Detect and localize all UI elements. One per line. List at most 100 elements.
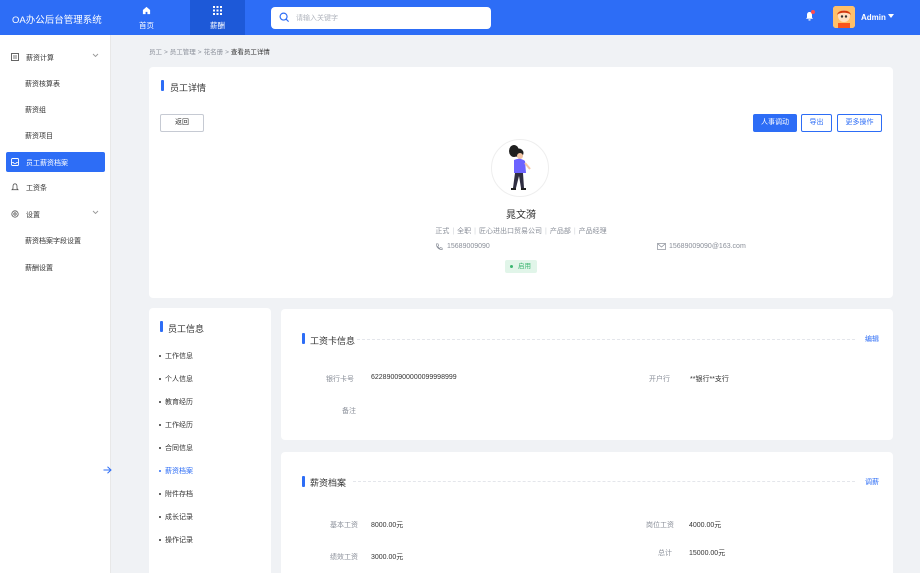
sidebar-item-payslip[interactable]: 工资条 bbox=[6, 177, 105, 197]
sidebar-item-label: 工资条 bbox=[26, 185, 47, 192]
export-button[interactable]: 导出 bbox=[801, 114, 832, 132]
sidebar-item-salary-items[interactable]: 薪资项目 bbox=[6, 125, 105, 145]
info-nav-item-salary-file[interactable]: 薪资档案 bbox=[159, 466, 193, 476]
grid-icon bbox=[190, 6, 245, 15]
salary-card-info: 工资卡信息 编辑 银行卡号 6228900900000099998999 开户行… bbox=[281, 309, 893, 440]
info-nav-item-personal[interactable]: 个人信息 bbox=[159, 374, 193, 384]
status-text: 启用 bbox=[518, 263, 531, 270]
total-salary-value: 15000.00元 bbox=[689, 550, 726, 557]
employee-email: 15689009090@163.com bbox=[669, 243, 746, 250]
info-nav-item-experience[interactable]: 工作经历 bbox=[159, 420, 193, 430]
mail-icon bbox=[657, 243, 666, 252]
breadcrumb-current: 查看员工详情 bbox=[230, 49, 270, 56]
employee-detail-card: 员工详情 返回 人事调动 导出 更多操作 晁文漪 正式 | 全职 | 匠心进出口贸易公司… bbox=[149, 67, 893, 298]
sidebar-item-salary-group[interactable]: 薪资组 bbox=[6, 99, 105, 119]
sidebar-item-label: 薪资项目 bbox=[25, 133, 53, 140]
sidebar-item-file-field-settings[interactable]: 薪资档案字段设置 bbox=[6, 230, 105, 250]
notification-dot bbox=[811, 10, 815, 14]
info-nav-item-logs[interactable]: 操作记录 bbox=[159, 535, 193, 545]
nav-salary[interactable]: 薪酬 bbox=[190, 0, 245, 35]
page-title: 员工详情 bbox=[170, 83, 207, 93]
base-salary-value: 8000.00元 bbox=[371, 522, 404, 529]
meta-company: 匠心进出口贸易公司 bbox=[479, 228, 542, 235]
salary-file-title: 薪资档案 bbox=[310, 478, 347, 488]
sidebar-item-label: 员工薪资档案 bbox=[26, 160, 68, 167]
total-salary-label: 总计 bbox=[658, 550, 672, 557]
employee-phone: 15689009090 bbox=[447, 243, 490, 250]
bank-label: 开户行 bbox=[649, 376, 670, 383]
post-salary-label: 岗位工资 bbox=[646, 522, 674, 529]
nav-home[interactable]: 首页 bbox=[119, 0, 174, 35]
breadcrumb-roster[interactable]: 花名册 bbox=[204, 49, 224, 56]
sidebar-item-salary-calc[interactable]: 薪资计算 bbox=[6, 47, 105, 67]
phone-icon bbox=[435, 243, 443, 253]
salary-file-card: 薪资档案 调薪 基本工资 8000.00元 岗位工资 4000.00元 绩效工资… bbox=[281, 452, 893, 573]
employee-info-nav: 员工信息 工作信息 个人信息 教育经历 工作经历 合同信息 薪资档案 附件存档 … bbox=[149, 308, 271, 573]
info-nav-item-contract[interactable]: 合同信息 bbox=[159, 443, 193, 453]
info-nav-item-education[interactable]: 教育经历 bbox=[159, 397, 193, 407]
sidebar-item-label: 薪资核算表 bbox=[25, 81, 60, 88]
app-title: OA办公后台管理系统 bbox=[12, 15, 102, 26]
top-bar: OA办公后台管理系统 首页 薪酬 请输入关键字 Admin bbox=[0, 0, 920, 35]
sidebar-item-settings[interactable]: 设置 bbox=[6, 204, 105, 224]
title-accent-bar bbox=[302, 333, 305, 344]
sidebar: 薪资计算 薪资核算表 薪资组 薪资项目 员工薪资档案 工资条 设置 薪资档案字段… bbox=[0, 35, 111, 573]
bell-icon bbox=[11, 183, 19, 193]
title-accent-bar bbox=[161, 80, 164, 91]
status-dot bbox=[510, 265, 513, 268]
post-salary-value: 4000.00元 bbox=[689, 522, 722, 529]
search-placeholder: 请输入关键字 bbox=[296, 15, 338, 22]
divider bbox=[353, 481, 855, 482]
breadcrumb-employee-mgmt[interactable]: 员工管理 bbox=[170, 49, 196, 56]
info-nav-item-growth[interactable]: 成长记录 bbox=[159, 512, 193, 522]
bank-card-label: 银行卡号 bbox=[326, 376, 354, 383]
chevron-down-icon[interactable] bbox=[888, 14, 894, 18]
search-input[interactable]: 请输入关键字 bbox=[271, 7, 491, 29]
employee-meta: 正式 | 全职 | 匠心进出口贸易公司 | 产品部 | 产品经理 bbox=[435, 228, 607, 235]
sidebar-item-label: 设置 bbox=[26, 212, 40, 219]
inbox-icon bbox=[11, 158, 19, 168]
meta-position: 产品经理 bbox=[578, 228, 607, 235]
adjust-salary-link[interactable]: 调薪 bbox=[865, 477, 879, 487]
breadcrumb-sep: > bbox=[225, 49, 229, 56]
chevron-down-icon bbox=[92, 53, 99, 60]
avatar[interactable] bbox=[833, 6, 855, 28]
info-nav-title: 员工信息 bbox=[168, 324, 205, 334]
back-button[interactable]: 返回 bbox=[160, 114, 204, 132]
nav-salary-label: 薪酬 bbox=[210, 21, 225, 30]
transfer-button[interactable]: 人事调动 bbox=[753, 114, 797, 132]
sidebar-item-label: 薪资计算 bbox=[26, 55, 54, 62]
breadcrumb-sep: > bbox=[197, 49, 202, 56]
salary-card-title: 工资卡信息 bbox=[310, 336, 356, 346]
chevron-down-icon bbox=[92, 210, 99, 217]
perf-salary-label: 绩效工资 bbox=[330, 554, 358, 561]
status-badge: 启用 bbox=[505, 260, 537, 273]
title-accent-bar bbox=[160, 321, 163, 332]
sidebar-item-pay-settings[interactable]: 薪酬设置 bbox=[6, 257, 105, 277]
divider bbox=[357, 339, 855, 340]
remark-label: 备注 bbox=[342, 408, 356, 415]
user-name[interactable]: Admin bbox=[861, 13, 886, 22]
sidebar-item-label: 薪酬设置 bbox=[25, 265, 53, 272]
more-actions-button[interactable]: 更多操作 bbox=[837, 114, 882, 132]
arrow-right-icon bbox=[103, 466, 112, 476]
meta-department: 产品部 bbox=[549, 228, 571, 235]
sidebar-item-employee-salary-file[interactable]: 员工薪资档案 bbox=[6, 152, 105, 172]
breadcrumb-employee[interactable]: 员工 bbox=[149, 49, 162, 56]
bank-value: **银行**支行 bbox=[690, 376, 729, 383]
nav-home-label: 首页 bbox=[139, 21, 154, 30]
info-nav-item-attachments[interactable]: 附件存档 bbox=[159, 489, 193, 499]
edit-link[interactable]: 编辑 bbox=[865, 334, 879, 344]
meta-type: 正式 bbox=[435, 228, 450, 235]
perf-salary-value: 3000.00元 bbox=[371, 554, 404, 561]
sidebar-item-label: 薪资组 bbox=[25, 107, 46, 114]
info-nav-item-work[interactable]: 工作信息 bbox=[159, 351, 193, 361]
notification-bell-icon[interactable] bbox=[805, 10, 815, 23]
sidebar-item-salary-sheet[interactable]: 薪资核算表 bbox=[6, 73, 105, 93]
search-icon bbox=[279, 12, 290, 25]
title-accent-bar bbox=[302, 476, 305, 487]
employee-photo bbox=[491, 139, 549, 197]
employee-name: 晁文漪 bbox=[506, 210, 536, 221]
breadcrumb: 员工 > 员工管理 > 花名册 > 查看员工详情 bbox=[149, 46, 272, 56]
gear-icon bbox=[11, 210, 19, 220]
